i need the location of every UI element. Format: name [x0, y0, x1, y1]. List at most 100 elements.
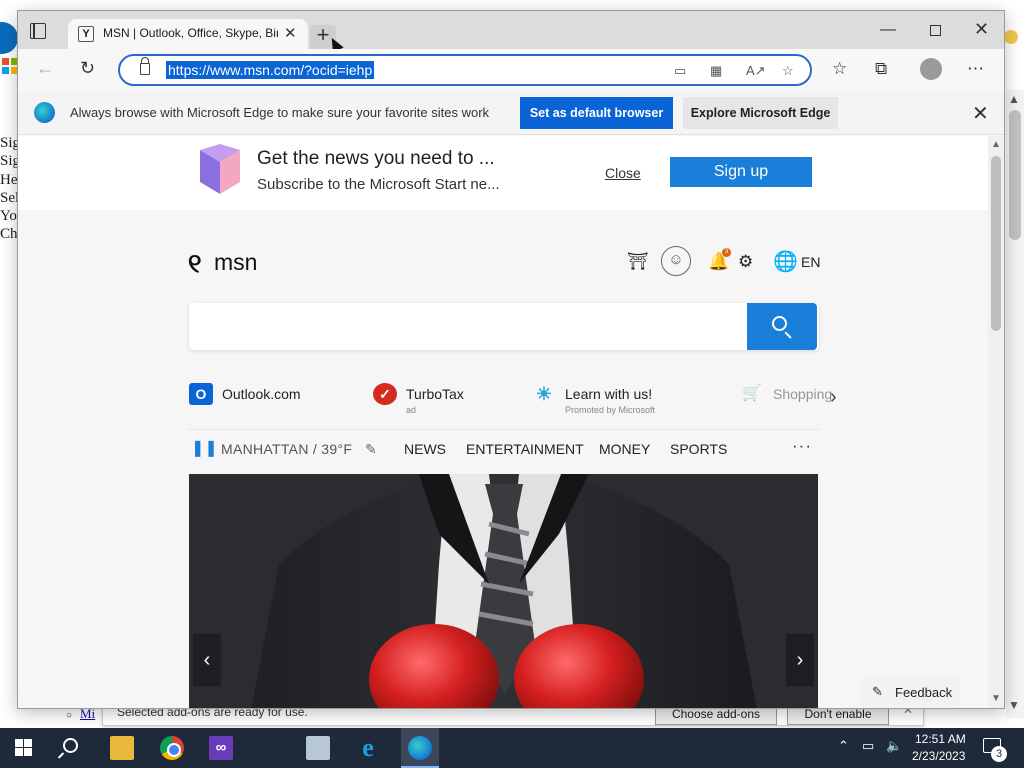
explore-edge-button[interactable]: Explore Microsoft Edge — [683, 97, 838, 129]
back-button[interactable]: ← — [36, 58, 54, 79]
quicklink-turbotax[interactable]: ✓ TurboTax ad — [373, 381, 513, 417]
language-selector[interactable]: EN — [801, 254, 820, 270]
globe-icon[interactable]: 🌐 — [773, 249, 798, 274]
close-icon[interactable]: ✕ — [903, 708, 913, 717]
tab-actions-icon[interactable] — [30, 23, 46, 39]
background-text-line[interactable]: Ch — [0, 225, 18, 243]
category-nav: ❚❚ MANHATTAN / 39°F ✎ NEWS ENTERTAINMENT… — [189, 429, 819, 459]
background-microsoft-logo-icon — [2, 58, 18, 74]
background-text-line[interactable]: He — [0, 171, 18, 189]
windows-taskbar: ∞ e ⌃ ▭ 🔈 12:51 AM 2/23/2023 3 — [0, 728, 1024, 768]
msn-favicon-icon: Y — [78, 26, 94, 42]
minimize-button[interactable]: — — [880, 21, 896, 39]
volume-icon[interactable]: 🔈 — [886, 738, 902, 754]
extensions-icon[interactable]: ▦ — [710, 63, 722, 79]
url-text[interactable]: https://www.msn.com/?ocid=iehp — [166, 61, 375, 79]
rewards-trophy-icon[interactable]: ⛩ — [627, 252, 649, 272]
carousel-next-button[interactable]: › — [786, 634, 814, 686]
start-button[interactable] — [15, 739, 32, 756]
carousel-prev-button[interactable]: ‹ — [193, 634, 221, 686]
page-scroll-thumb[interactable] — [991, 156, 1001, 331]
favorites-icon[interactable]: ☆ — [832, 59, 847, 79]
quicklink-label: Outlook.com — [222, 386, 301, 402]
file-explorer-icon[interactable] — [110, 736, 134, 760]
search-button[interactable] — [747, 303, 817, 350]
nav-money[interactable]: MONEY — [599, 441, 650, 457]
visual-studio-icon[interactable]: ∞ — [209, 736, 233, 760]
hero-image — [189, 474, 818, 708]
refresh-button[interactable]: ↻ — [80, 58, 95, 79]
hero-carousel[interactable]: ‹ › — [189, 474, 818, 708]
background-link[interactable]: Mi — [80, 708, 95, 722]
quicklink-outlook[interactable]: O Outlook.com — [189, 381, 359, 417]
search-input[interactable] — [189, 303, 819, 350]
user-account-icon[interactable]: ☺ — [661, 246, 691, 276]
dont-enable-button[interactable]: Don't enable — [787, 708, 889, 725]
clock-date[interactable]: 2/23/2023 — [912, 749, 965, 763]
window-close-button[interactable]: ✕ — [974, 19, 989, 40]
more-categories-icon[interactable]: ··· — [792, 436, 812, 456]
taskbar-search-icon[interactable] — [63, 738, 78, 753]
feedback-icon: ✎ — [872, 684, 883, 699]
nav-news[interactable]: NEWS — [404, 441, 446, 457]
msn-logo-icon[interactable]: ୧ — [188, 248, 202, 280]
internet-explorer-icon[interactable]: e — [356, 735, 380, 761]
app-available-icon[interactable]: ▭ — [674, 63, 686, 79]
profile-avatar[interactable] — [920, 58, 942, 80]
ad-label: ad — [406, 405, 417, 415]
background-scroll-thumb[interactable] — [1009, 110, 1021, 240]
background-edge-logo-icon — [0, 22, 18, 54]
notification-count-badge: 3 — [722, 248, 731, 257]
chevron-right-icon[interactable]: › — [830, 386, 837, 409]
quicklink-shopping[interactable]: 🛒 Shopping — [740, 381, 835, 417]
background-text-line[interactable]: Sel — [0, 189, 18, 207]
settings-gear-icon[interactable]: ⚙ — [738, 252, 753, 272]
background-text-line[interactable]: Sig — [0, 152, 18, 170]
msn-logo-text[interactable]: msn — [214, 249, 257, 276]
remote-desktop-icon[interactable] — [306, 736, 330, 760]
close-tab-icon[interactable]: ✕ — [284, 24, 297, 42]
tab-bar: Y MSN | Outlook, Office, Skype, Bing ✕ +… — [18, 11, 1004, 53]
search-icon — [772, 316, 787, 331]
weather-location[interactable]: MANHATTAN / 39°F — [221, 441, 352, 457]
promo-close-link[interactable]: Close — [605, 165, 641, 181]
address-bar[interactable]: https://www.msn.com/?ocid=iehp ▭ ▦ A↗ ☆ — [118, 54, 812, 86]
edit-location-icon[interactable]: ✎ — [365, 441, 377, 458]
promo-subtitle: Subscribe to the Microsoft Start ne... — [257, 176, 500, 193]
lock-icon[interactable] — [140, 57, 150, 75]
nav-sports[interactable]: SPORTS — [670, 441, 727, 457]
close-infobar-icon[interactable]: ✕ — [972, 101, 989, 126]
scroll-up-icon[interactable]: ▲ — [991, 139, 1001, 150]
edge-taskbar-icon[interactable] — [401, 728, 439, 768]
more-options-icon[interactable]: ⋯ — [967, 59, 984, 79]
scroll-down-icon[interactable]: ▼ — [991, 693, 1001, 704]
set-default-browser-button[interactable]: Set as default browser — [520, 97, 673, 129]
chevron-up-icon[interactable]: ▲ — [1008, 92, 1020, 106]
shopping-cart-icon: 🛒 — [742, 385, 762, 402]
background-text-line[interactable]: Yo — [0, 207, 18, 225]
quicklink-label: Shopping — [773, 386, 833, 402]
action-center-badge: 3 — [991, 746, 1007, 762]
read-aloud-icon[interactable]: A↗ — [746, 63, 766, 79]
chevron-down-icon[interactable]: ▼ — [1008, 698, 1020, 712]
background-text-line[interactable]: Sig — [0, 134, 18, 152]
choose-addons-button[interactable]: Choose add-ons — [655, 708, 777, 725]
feedback-label: Feedback — [895, 685, 953, 700]
default-browser-infobar: Always browse with Microsoft Edge to mak… — [18, 91, 1004, 135]
clock-time[interactable]: 12:51 AM — [915, 732, 966, 746]
network-icon[interactable]: ▭ — [862, 738, 874, 754]
tab-msn[interactable]: Y MSN | Outlook, Office, Skype, Bing ✕ — [68, 19, 308, 49]
subscribe-promo-banner: Get the news you need to ... Subscribe t… — [18, 136, 988, 210]
maximize-button[interactable] — [930, 25, 941, 36]
sign-up-button[interactable]: Sign up — [670, 157, 812, 187]
chrome-icon[interactable] — [160, 736, 184, 760]
collections-icon[interactable]: ⧉ — [875, 59, 887, 79]
chevron-up-icon[interactable]: ⌃ — [838, 738, 849, 754]
quicklink-learn[interactable]: ☀ Learn with us! Promoted by Microsoft — [532, 381, 702, 417]
quick-links-bar: O Outlook.com ✓ TurboTax ad ☀ Learn with… — [189, 381, 849, 417]
promoted-label: Promoted by Microsoft — [565, 405, 656, 415]
feedback-button[interactable]: ✎ Feedback — [860, 677, 960, 707]
weather-rain-icon[interactable]: ❚❚ — [191, 438, 218, 460]
add-favorite-icon[interactable]: ☆ — [782, 63, 794, 79]
nav-entertainment[interactable]: ENTERTAINMENT — [466, 441, 584, 457]
